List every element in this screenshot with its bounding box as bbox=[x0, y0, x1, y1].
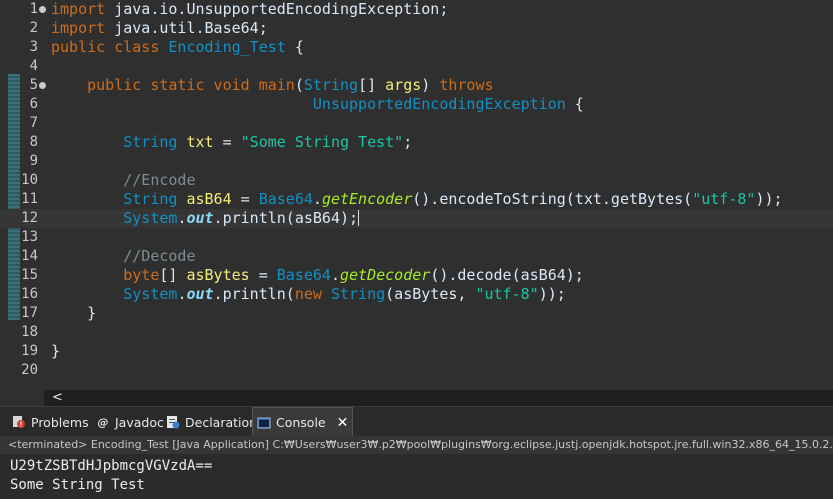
line-number: 10 bbox=[21, 172, 38, 188]
code-line[interactable]: 15 byte[] asBytes = Base64.getDecoder().… bbox=[0, 266, 833, 285]
line-number: 8 bbox=[29, 134, 38, 150]
tab-label: Console bbox=[276, 415, 326, 430]
code-line[interactable]: 3 public class Encoding_Test { bbox=[0, 38, 833, 57]
code-text: String asB64 = Base64.getEncoder().encod… bbox=[123, 190, 783, 208]
code-line[interactable]: 20 bbox=[0, 361, 833, 380]
code-text: import java.util.Base64; bbox=[51, 19, 268, 37]
code-line[interactable]: 1 import java.io.UnsupportedEncodingExce… bbox=[0, 0, 833, 19]
line-number: 7 bbox=[29, 115, 38, 131]
code-line[interactable]: 11 String asB64 = Base64.getEncoder().en… bbox=[0, 190, 833, 209]
code-text: } bbox=[51, 342, 61, 360]
line-number: 19 bbox=[21, 343, 38, 359]
code-line[interactable]: 6 UnsupportedEncodingException { bbox=[0, 95, 833, 114]
fold-marker-icon[interactable] bbox=[39, 6, 46, 13]
code-line[interactable]: 10 //Encode bbox=[0, 171, 833, 190]
code-line[interactable]: 14 //Decode bbox=[0, 247, 833, 266]
code-text: UnsupportedEncodingException { bbox=[312, 95, 584, 113]
code-text: System.out.println(new String(asBytes, "… bbox=[123, 285, 566, 303]
console-status-line: <terminated> Encoding_Test [Java Applica… bbox=[0, 436, 833, 454]
declaration-icon bbox=[166, 415, 180, 429]
code-text: //Decode bbox=[123, 247, 196, 265]
line-number: 2 bbox=[29, 20, 38, 36]
code-text: public static void main(String[] args) t… bbox=[87, 76, 494, 94]
line-number: 12 bbox=[21, 210, 38, 226]
code-line[interactable]: 18 bbox=[0, 323, 833, 342]
tab-console[interactable]: Console ✕ bbox=[252, 407, 354, 437]
view-tab-bar: Problems @ Javadoc Declaration Console ✕ bbox=[0, 406, 833, 437]
fold-marker-icon[interactable] bbox=[39, 82, 46, 89]
console-output-line: U29tZSBTdHJpbmcgVGVzdA== bbox=[10, 458, 213, 474]
problems-icon bbox=[12, 415, 26, 429]
code-line[interactable]: 16 System.out.println(new String(asBytes… bbox=[0, 285, 833, 304]
tab-label: Problems bbox=[31, 414, 89, 430]
code-text: System.out.println(asB64); bbox=[123, 209, 360, 227]
line-number: 17 bbox=[21, 305, 38, 321]
close-icon[interactable]: ✕ bbox=[337, 415, 349, 431]
code-text: //Encode bbox=[123, 171, 196, 189]
code-editor[interactable]: 1 import java.io.UnsupportedEncodingExce… bbox=[0, 0, 833, 390]
console-icon bbox=[257, 416, 271, 430]
console-view[interactable]: <terminated> Encoding_Test [Java Applica… bbox=[0, 436, 833, 499]
tab-javadoc[interactable]: @ Javadoc bbox=[92, 407, 168, 437]
line-number: 5 bbox=[29, 77, 38, 93]
code-line[interactable]: 9 bbox=[0, 152, 833, 171]
tab-problems[interactable]: Problems bbox=[8, 407, 93, 437]
line-number: 4 bbox=[29, 58, 38, 74]
line-number: 15 bbox=[21, 267, 38, 283]
code-text: import java.io.UnsupportedEncodingExcept… bbox=[51, 0, 449, 18]
code-line[interactable]: 19 } bbox=[0, 342, 833, 361]
code-text: byte[] asBytes = Base64.getDecoder().dec… bbox=[123, 266, 584, 284]
line-number: 18 bbox=[21, 324, 38, 340]
line-number: 6 bbox=[29, 96, 38, 112]
line-number: 13 bbox=[21, 229, 38, 245]
tab-label: Declaration bbox=[185, 414, 258, 430]
code-text: public class Encoding_Test { bbox=[51, 38, 304, 56]
line-number: 9 bbox=[29, 153, 38, 169]
code-line[interactable]: 5 public static void main(String[] args)… bbox=[0, 76, 833, 95]
line-number: 20 bbox=[21, 362, 38, 378]
tab-label: Javadoc bbox=[115, 414, 164, 430]
code-line[interactable]: 4 bbox=[0, 57, 833, 76]
text-caret bbox=[358, 210, 360, 226]
line-number: 16 bbox=[21, 286, 38, 302]
code-line[interactable]: 2 import java.util.Base64; bbox=[0, 19, 833, 38]
code-line[interactable]: 13 bbox=[0, 228, 833, 247]
code-line[interactable]: 8 String txt = "Some String Test"; bbox=[0, 133, 833, 152]
code-line[interactable]: 7 bbox=[0, 114, 833, 133]
code-text: } bbox=[51, 304, 97, 322]
tab-declaration[interactable]: Declaration bbox=[162, 407, 261, 437]
code-text: String txt = "Some String Test"; bbox=[123, 133, 413, 151]
javadoc-icon: @ bbox=[97, 415, 109, 429]
code-line[interactable]: 17 } bbox=[0, 304, 833, 323]
horizontal-scrollbar[interactable]: < bbox=[44, 390, 833, 406]
line-number: 11 bbox=[21, 191, 38, 207]
line-number: 14 bbox=[21, 248, 38, 264]
console-output-line: Some String Test bbox=[10, 477, 145, 493]
line-number: 1 bbox=[29, 1, 38, 17]
line-number: 3 bbox=[29, 39, 38, 55]
code-line-current[interactable]: 12 System.out.println(asB64); bbox=[0, 209, 833, 228]
scroll-left-icon[interactable]: < bbox=[52, 390, 63, 406]
